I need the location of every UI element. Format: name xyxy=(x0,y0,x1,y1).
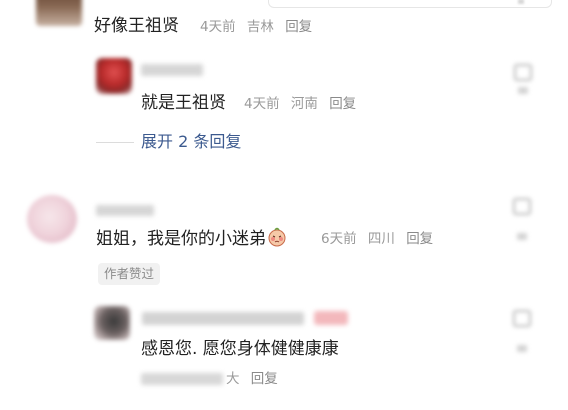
reply-location: 河南 xyxy=(290,96,318,112)
expand-replies-link[interactable]: 展开 2 条回复 xyxy=(141,132,241,152)
like-button[interactable] xyxy=(508,310,536,352)
comment-meta: 6天前 四川 回复 xyxy=(321,230,440,248)
thumbs-up-icon xyxy=(513,198,531,215)
comment-time: 4天前 xyxy=(200,19,236,35)
author-tag xyxy=(314,311,348,325)
shy-blush-emoji-icon xyxy=(267,227,287,247)
reply-button[interactable]: 回复 xyxy=(406,231,433,247)
reply-text: 就是王祖贤 xyxy=(141,93,226,113)
close-icon[interactable] xyxy=(518,0,524,4)
comment-time: 6天前 xyxy=(321,231,357,247)
like-count xyxy=(518,87,528,94)
avatar[interactable] xyxy=(94,306,130,340)
author-liked-badge: 作者赞过 xyxy=(98,263,161,285)
avatar[interactable] xyxy=(96,58,132,94)
comment-text-body: 姐姐，我是你的小迷弟 xyxy=(96,229,266,249)
comment-text: 姐姐，我是你的小迷弟 xyxy=(96,227,288,250)
like-button[interactable] xyxy=(510,64,536,94)
like-button[interactable] xyxy=(508,198,536,240)
reply-button[interactable]: 回复 xyxy=(251,371,278,387)
comment-text: 好像王祖贤 xyxy=(94,16,179,36)
username[interactable] xyxy=(141,64,203,76)
comment-thread-screen: 好像王祖贤 4天前 吉林 回复 就是王祖贤 4天前 河南 回复 展开 2 条回复… xyxy=(0,0,568,410)
username[interactable] xyxy=(96,205,154,216)
avatar[interactable] xyxy=(36,0,82,26)
reply-button[interactable]: 回复 xyxy=(329,96,356,112)
reply-button[interactable]: 回复 xyxy=(285,19,312,35)
thumbs-up-icon xyxy=(513,310,531,327)
reply-time: 4天前 xyxy=(244,96,280,112)
comment-location: 吉林 xyxy=(246,19,274,35)
comment-location: 四川 xyxy=(367,231,395,247)
reply-location: 大 xyxy=(226,371,240,387)
reply-meta: 大 回复 xyxy=(226,370,285,388)
comment-meta: 4天前 吉林 回复 xyxy=(200,18,319,36)
reply-text: 感恩您. 愿您身体健健康康 xyxy=(141,339,339,359)
username[interactable] xyxy=(142,312,304,325)
like-count xyxy=(517,345,527,352)
avatar[interactable] xyxy=(27,195,77,243)
reply-meta-blurred xyxy=(141,373,223,385)
reply-meta: 4天前 河南 回复 xyxy=(244,95,363,113)
thumbs-up-icon xyxy=(514,64,532,81)
like-count xyxy=(517,233,527,240)
top-input-pill[interactable] xyxy=(268,0,552,8)
expand-divider xyxy=(96,142,134,143)
